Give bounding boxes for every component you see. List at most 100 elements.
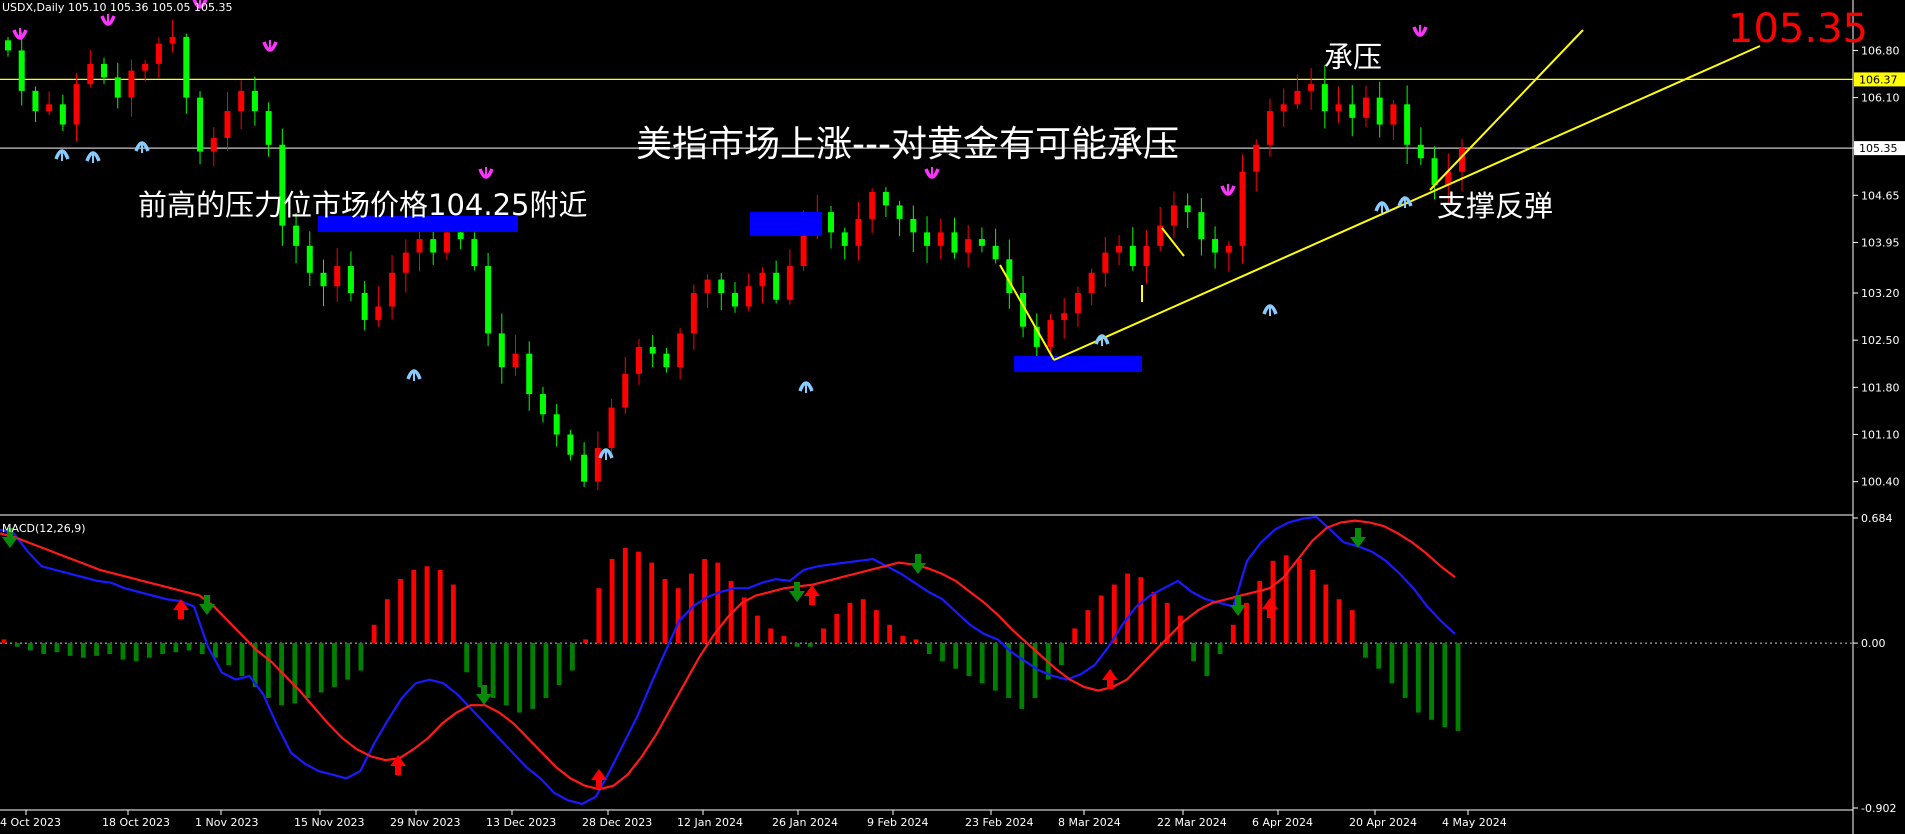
macd-histogram-bar xyxy=(1283,555,1289,644)
candle-body xyxy=(1184,205,1191,213)
candle-body xyxy=(978,239,985,246)
time-tick-label: 4 Oct 2023 xyxy=(0,816,61,829)
annotation-usd-rise: 美指市场上涨---对黄金有可能承压 xyxy=(636,124,1179,165)
macd-histogram-bar xyxy=(649,562,655,644)
candle-body xyxy=(965,239,972,253)
resistance-zone-2 xyxy=(750,212,822,236)
macd-histogram-bar xyxy=(781,635,787,644)
macd-histogram-bar xyxy=(847,602,853,644)
macd-histogram-bar xyxy=(1151,591,1157,644)
macd-tick-label: -0.902 xyxy=(1861,802,1896,815)
macd-histogram-bar xyxy=(860,599,866,644)
macd-histogram-bar xyxy=(186,643,192,651)
price-tick-label: 100.40 xyxy=(1861,476,1900,489)
candle-body xyxy=(1280,104,1287,112)
candle-body xyxy=(1294,90,1301,105)
macd-histogram-bar xyxy=(437,569,443,644)
macd-histogram-bar xyxy=(1204,643,1210,676)
annotation-pressure: 承压 xyxy=(1324,40,1382,74)
candle-body xyxy=(1266,111,1273,145)
time-tick-label: 18 Oct 2023 xyxy=(102,816,170,829)
macd-histogram-bar xyxy=(107,643,113,655)
candle-body xyxy=(594,447,601,482)
macd-histogram-bar xyxy=(239,643,245,676)
macd-histogram-bar xyxy=(318,643,324,693)
candle-body xyxy=(663,353,670,368)
time-tick-label: 29 Nov 2023 xyxy=(390,816,460,829)
candle-body xyxy=(951,232,958,253)
macd-histogram-bar xyxy=(1019,643,1025,709)
macd-histogram-bar xyxy=(358,643,364,671)
macd-histogram-bar xyxy=(384,599,390,644)
macd-tick-label: 0.684 xyxy=(1861,512,1893,525)
candle-body xyxy=(59,104,66,125)
macd-histogram-bar xyxy=(741,597,747,644)
macd-histogram-bar xyxy=(1363,643,1368,658)
macd-histogram-bar xyxy=(265,643,271,698)
macd-histogram-bar xyxy=(609,558,615,644)
macd-histogram-bar xyxy=(1455,643,1461,731)
annotation-support-rebound: 支撑反弹 xyxy=(1437,189,1553,223)
annotation-previous-high: 前高的压力位市场价格104.25附近 xyxy=(138,188,587,222)
candle-body xyxy=(183,36,190,98)
candle-body xyxy=(1143,245,1150,267)
macd-histogram-bar xyxy=(1349,610,1355,644)
macd-histogram-bar xyxy=(1138,577,1144,644)
price-tick-label: 106.10 xyxy=(1861,92,1900,105)
candle-body xyxy=(155,43,162,64)
macd-histogram-bar xyxy=(160,643,166,655)
macd-histogram-bar xyxy=(596,588,602,644)
macd-histogram-bar xyxy=(1125,573,1130,644)
time-tick-label: 20 Apr 2024 xyxy=(1349,816,1417,829)
candle-body xyxy=(142,63,149,71)
candle-body xyxy=(608,407,615,448)
time-tick-label: 12 Jan 2024 xyxy=(677,816,743,829)
macd-histogram-bar xyxy=(966,643,972,676)
candle-body xyxy=(828,212,835,233)
macd-histogram-bar xyxy=(451,584,456,644)
macd-histogram-bar xyxy=(1085,610,1091,644)
candle-body xyxy=(1349,104,1356,118)
macd-histogram-bar xyxy=(120,643,126,660)
candle-body xyxy=(375,306,382,320)
price-tick-label: 102.50 xyxy=(1861,334,1900,347)
candle-body xyxy=(1362,97,1369,118)
candle-body xyxy=(1047,319,1054,347)
candle-body xyxy=(1404,104,1411,145)
macd-histogram-bar xyxy=(398,579,403,644)
candle-body xyxy=(910,218,917,233)
candle-body xyxy=(361,293,368,320)
candle-body xyxy=(1074,293,1081,314)
macd-histogram-bar xyxy=(464,643,470,673)
time-tick-label: 23 Feb 2024 xyxy=(965,816,1033,829)
candle-body xyxy=(1431,158,1438,186)
candle-body xyxy=(539,394,546,415)
candle-body xyxy=(1116,245,1123,253)
candle-body xyxy=(169,36,176,44)
symbol-label: USDX,Daily xyxy=(2,1,65,14)
candle-body xyxy=(1129,245,1136,267)
candle-body xyxy=(1417,144,1424,159)
candle-body xyxy=(210,138,217,152)
candle-body xyxy=(1102,252,1109,273)
macd-histogram-bar xyxy=(28,643,33,651)
macd-histogram-bar xyxy=(556,643,562,686)
macd-histogram-bar xyxy=(345,643,351,680)
time-tick-label: 8 Mar 2024 xyxy=(1058,816,1121,829)
candle-body xyxy=(649,346,656,354)
candle-body xyxy=(320,272,327,287)
support-zone xyxy=(1014,356,1142,372)
candle-body xyxy=(32,90,39,112)
macd-histogram-bar xyxy=(490,643,496,698)
candle-body xyxy=(581,454,588,482)
macd-histogram-bar xyxy=(768,628,774,644)
candle-body xyxy=(677,333,684,368)
candle-body xyxy=(5,40,11,51)
macd-histogram-bar xyxy=(1415,643,1421,713)
candle-body xyxy=(471,239,478,267)
candle-body xyxy=(265,111,272,145)
candle-body xyxy=(251,90,258,112)
candle-body xyxy=(841,232,848,246)
candle-body xyxy=(1212,239,1219,253)
macd-histogram-bar xyxy=(292,643,298,704)
